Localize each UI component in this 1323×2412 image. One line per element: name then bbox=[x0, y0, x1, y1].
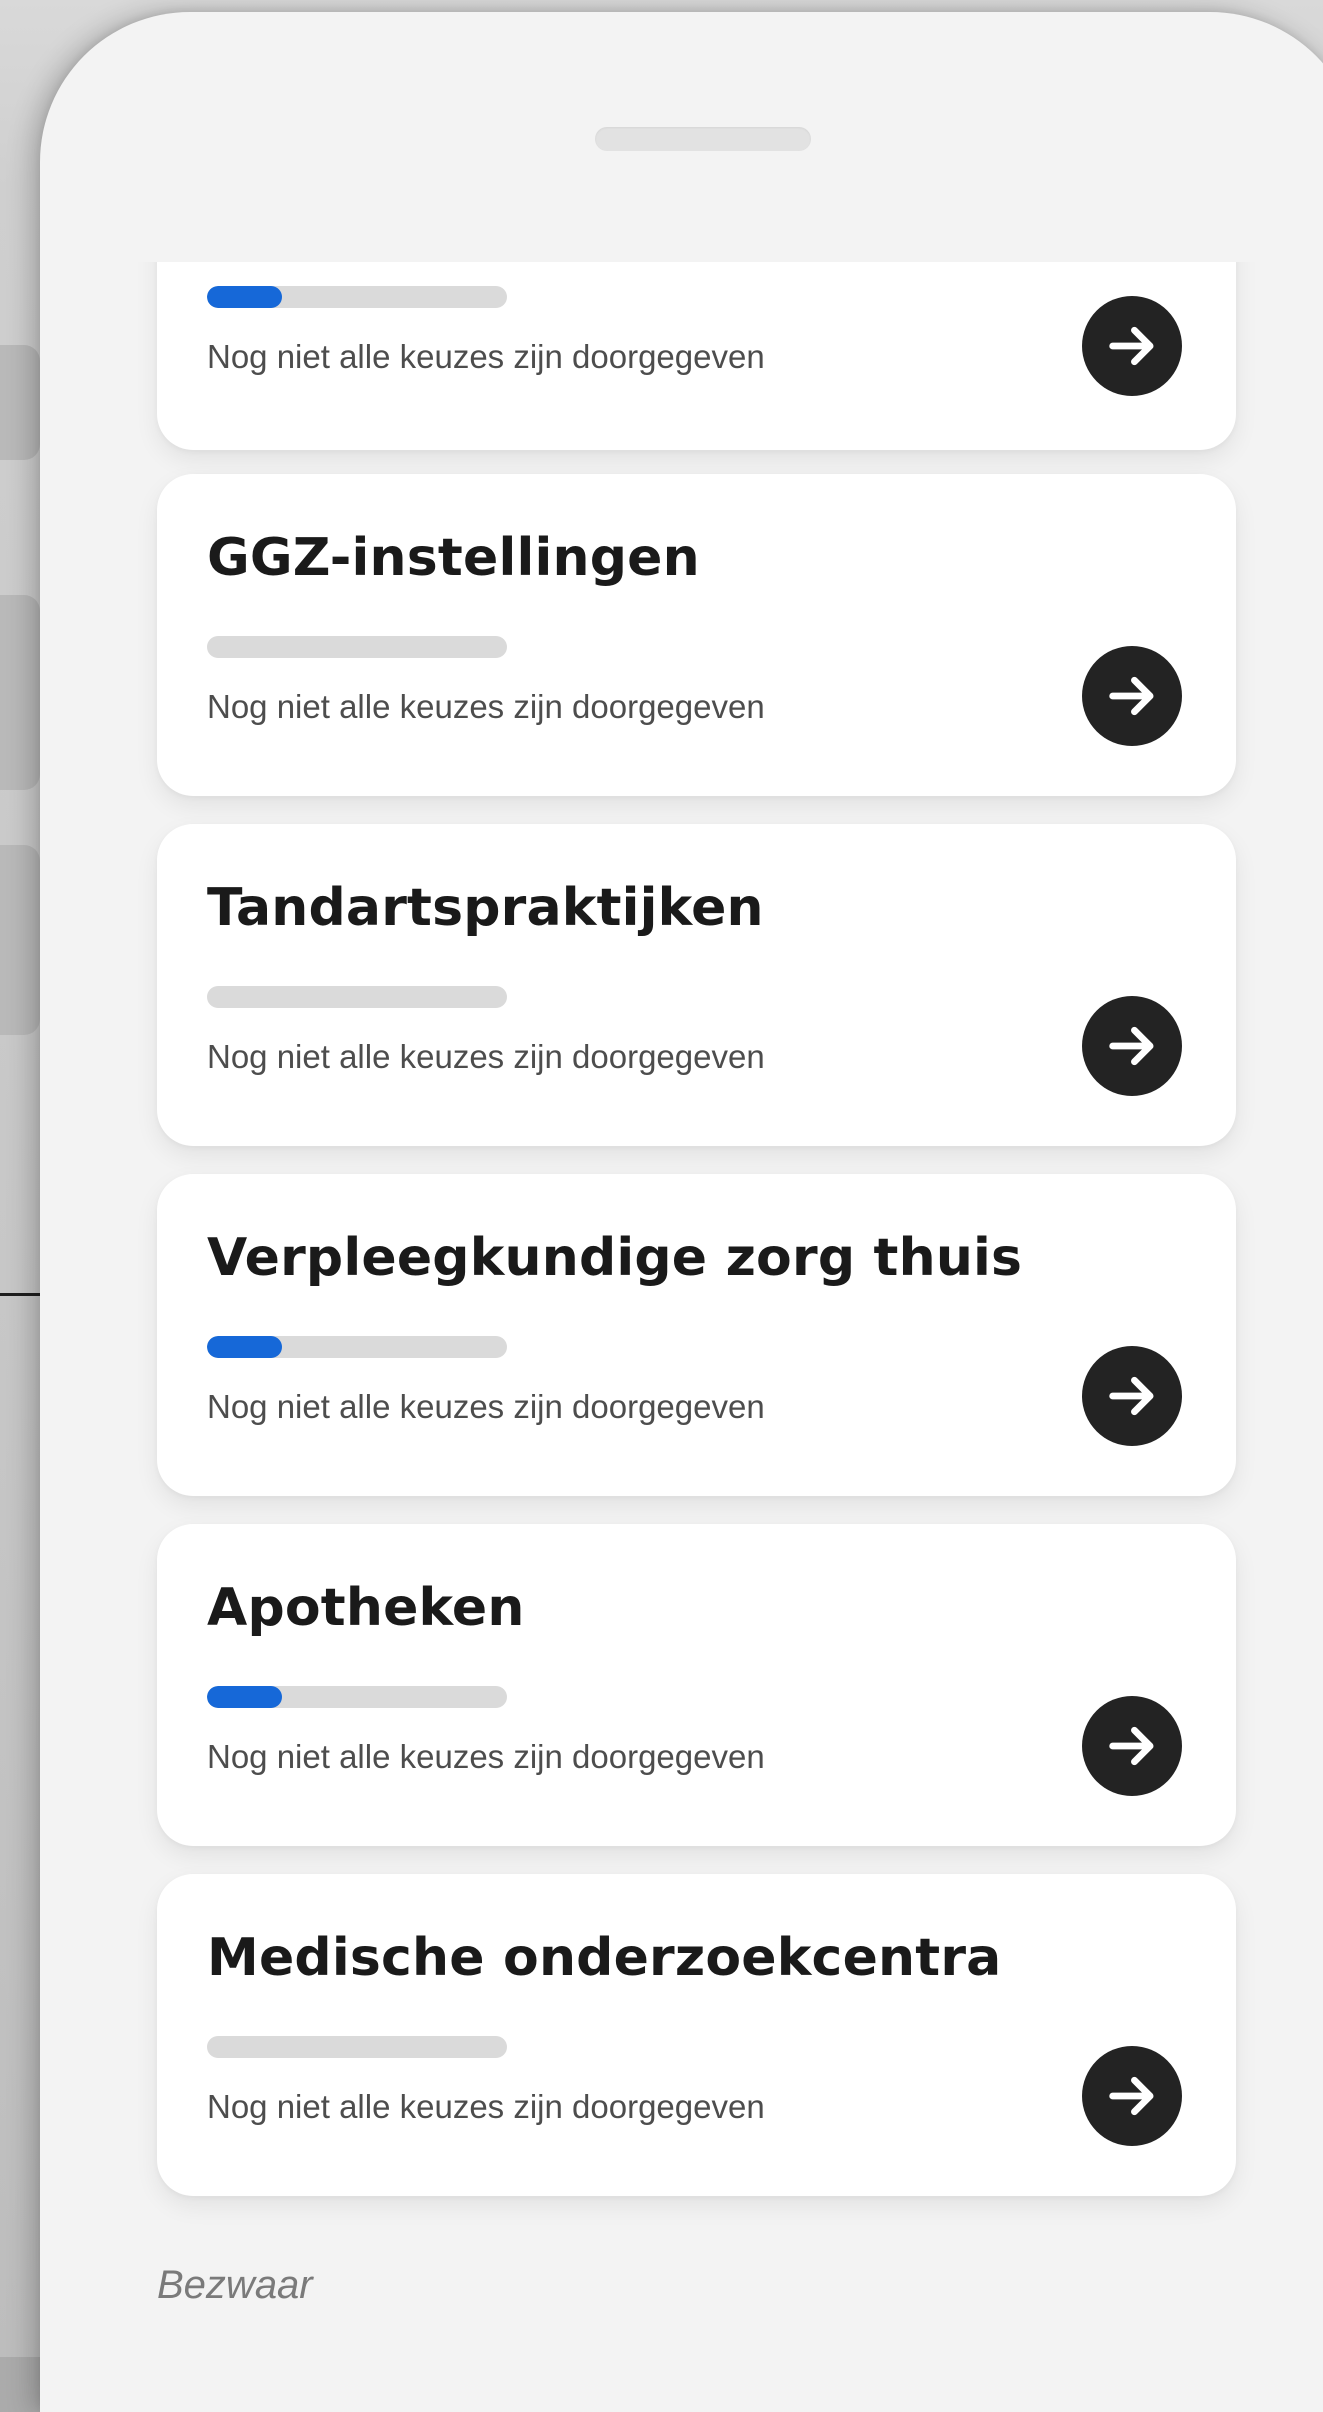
arrow-button[interactable] bbox=[1082, 1696, 1182, 1796]
card-title: GGZ-instellingen bbox=[207, 528, 700, 588]
provider-card[interactable]: Apotheken Nog niet alle keuzes zijn door… bbox=[157, 1524, 1236, 1846]
progress-fill bbox=[207, 1336, 282, 1358]
arrow-button[interactable] bbox=[1082, 646, 1182, 746]
backdrop-shape bbox=[0, 595, 40, 790]
arrow-right-icon bbox=[1109, 676, 1154, 716]
progress-bar bbox=[207, 1686, 507, 1708]
card-title: Verpleegkundige zorg thuis bbox=[207, 1228, 1023, 1288]
progress-fill bbox=[207, 1686, 282, 1708]
arrow-right-icon bbox=[1109, 1376, 1154, 1416]
progress-fill bbox=[207, 286, 282, 308]
phone-screen: Nog niet alle keuzes zijn doorgegeven GG… bbox=[40, 12, 1323, 2412]
appeal-link[interactable]: Bezwaar bbox=[157, 2263, 313, 2308]
arrow-button[interactable] bbox=[1082, 296, 1182, 396]
backdrop-shape bbox=[0, 845, 40, 1035]
status-text: Nog niet alle keuzes zijn doorgegeven bbox=[207, 1038, 765, 1075]
status-text: Nog niet alle keuzes zijn doorgegeven bbox=[207, 2088, 765, 2125]
backdrop-shape bbox=[0, 345, 40, 460]
status-text: Nog niet alle keuzes zijn doorgegeven bbox=[207, 1738, 765, 1775]
provider-list[interactable]: Nog niet alle keuzes zijn doorgegeven GG… bbox=[40, 262, 1323, 2412]
provider-card[interactable]: Verpleegkundige zorg thuis Nog niet alle… bbox=[157, 1174, 1236, 1496]
arrow-right-icon bbox=[1109, 1026, 1154, 1066]
arrow-button[interactable] bbox=[1082, 2046, 1182, 2146]
provider-card[interactable]: Medische onderzoekcentra Nog niet alle k… bbox=[157, 1874, 1236, 2196]
progress-bar bbox=[207, 636, 507, 658]
drag-handle[interactable] bbox=[595, 127, 811, 151]
arrow-button[interactable] bbox=[1082, 1346, 1182, 1446]
provider-card[interactable]: Nog niet alle keuzes zijn doorgegeven bbox=[157, 262, 1236, 450]
progress-bar bbox=[207, 986, 507, 1008]
card-title: Medische onderzoekcentra bbox=[207, 1928, 1002, 1988]
progress-bar bbox=[207, 2036, 507, 2058]
arrow-right-icon bbox=[1109, 2076, 1154, 2116]
card-title: Tandartspraktijken bbox=[207, 878, 764, 938]
provider-card[interactable]: Tandartspraktijken Nog niet alle keuzes … bbox=[157, 824, 1236, 1146]
arrow-right-icon bbox=[1109, 326, 1154, 366]
arrow-right-icon bbox=[1109, 1726, 1154, 1766]
progress-bar bbox=[207, 286, 507, 308]
status-text: Nog niet alle keuzes zijn doorgegeven bbox=[207, 688, 765, 725]
arrow-button[interactable] bbox=[1082, 996, 1182, 1096]
progress-bar bbox=[207, 1336, 507, 1358]
card-title: Apotheken bbox=[207, 1578, 525, 1638]
provider-card[interactable]: GGZ-instellingen Nog niet alle keuzes zi… bbox=[157, 474, 1236, 796]
status-text: Nog niet alle keuzes zijn doorgegeven bbox=[207, 1388, 765, 1425]
status-text: Nog niet alle keuzes zijn doorgegeven bbox=[207, 338, 765, 375]
